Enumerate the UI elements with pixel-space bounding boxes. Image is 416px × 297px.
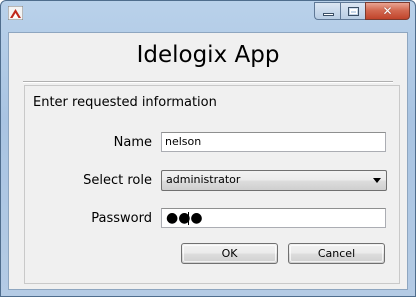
maximize-icon — [348, 7, 359, 16]
role-label: Select role — [83, 173, 152, 188]
password-field[interactable]: ●●● — [161, 208, 386, 228]
role-select-value: administrator — [166, 173, 241, 186]
password-label: Password — [91, 211, 152, 226]
role-select[interactable]: administrator — [161, 170, 387, 191]
close-button[interactable]: ✕ — [365, 2, 410, 20]
minimize-icon — [323, 13, 334, 16]
name-label: Name — [113, 135, 152, 150]
title-bar[interactable]: ✕ — [1, 1, 415, 25]
title-divider — [23, 81, 393, 83]
dialog-client-area: Idelogix App Enter requested information… — [8, 32, 408, 290]
name-field[interactable]: nelson — [161, 132, 386, 152]
chevron-down-icon — [373, 178, 381, 183]
page-title: Idelogix App — [136, 42, 280, 68]
password-mask: ●●● — [166, 210, 203, 226]
cancel-button[interactable]: Cancel — [288, 243, 385, 264]
close-icon: ✕ — [382, 4, 393, 18]
cancel-button-label: Cancel — [317, 247, 356, 260]
form-prompt: Enter requested information — [33, 95, 217, 110]
minimize-button[interactable] — [314, 2, 340, 20]
app-window: ✕ Idelogix App Enter requested informati… — [0, 0, 416, 297]
maximize-button[interactable] — [340, 2, 365, 20]
ok-button[interactable]: OK — [181, 243, 278, 264]
app-icon[interactable] — [8, 6, 23, 20]
ok-button-label: OK — [221, 247, 238, 260]
text-caret — [188, 212, 189, 225]
